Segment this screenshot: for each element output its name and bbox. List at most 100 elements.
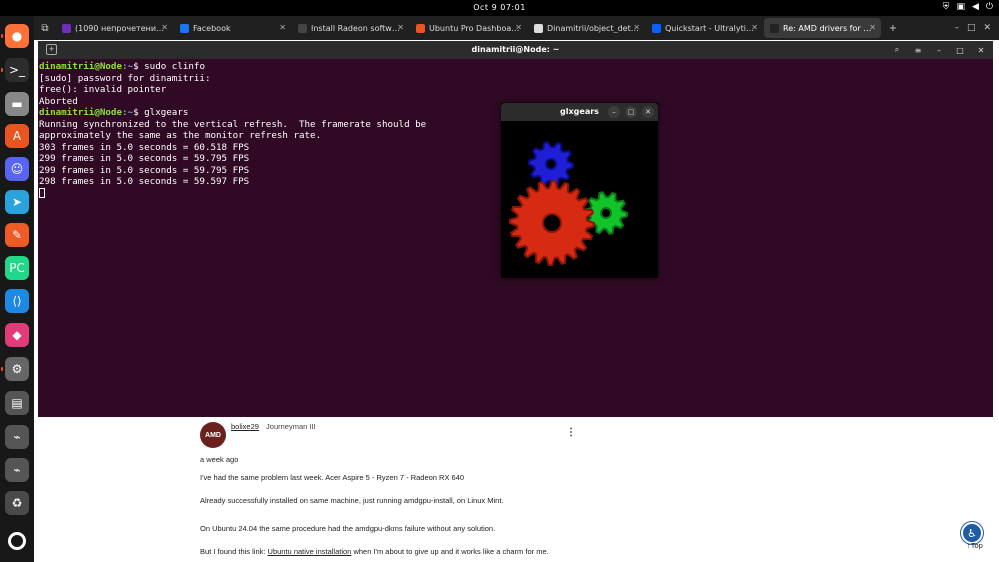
browser-tab[interactable]: Re: AMD drivers for Ubun ✕ [764, 18, 881, 38]
tab-close-icon[interactable]: ✕ [397, 23, 404, 32]
post-paragraph: But I found this link: Ubuntu native ins… [200, 547, 549, 556]
minimize-icon[interactable]: – [933, 44, 945, 56]
postman-icon[interactable]: ✎ [5, 223, 29, 247]
prompt-user: dinamitrii@Node [39, 61, 122, 72]
terminal-prompt-line: dinamitrii@Node:~$ sudo clinfo [39, 61, 989, 73]
new-tab-button[interactable]: + [882, 17, 904, 39]
system-top-bar: Oct 9 07:01 ⛨ ▣ ◀ ⏻ [0, 0, 999, 16]
files-icon[interactable]: ▬ [5, 92, 29, 116]
vscode-icon[interactable]: ⟨⟩ [5, 289, 29, 313]
telegram-icon[interactable]: ➤ [5, 190, 29, 214]
gears-render [508, 141, 629, 267]
more-options-icon[interactable]: ⋮ [566, 427, 576, 438]
favicon-icon [770, 23, 779, 33]
prompt-command: $ glxgears [133, 107, 189, 118]
terminal-cursor [39, 187, 45, 198]
back-to-top-link[interactable]: ↑Top [967, 541, 983, 550]
back-to-top-label: Top [970, 541, 983, 550]
close-icon[interactable]: ✕ [975, 44, 987, 56]
close-icon[interactable]: ✕ [642, 106, 654, 118]
browser-tab[interactable]: Ubuntu Pro Dashboard | U✕ [410, 18, 527, 38]
favicon-icon [534, 23, 543, 33]
red-gear [508, 179, 596, 267]
favicon-icon [62, 23, 71, 33]
maximize-icon[interactable]: □ [954, 44, 966, 56]
menu-icon[interactable]: ≡ [912, 44, 924, 56]
tab-label: Dinamitrii/object_detecti [547, 23, 639, 33]
prompt-path: :~ [121, 61, 134, 72]
usb-drive-2-icon[interactable]: ⌁ [5, 458, 29, 482]
usb-drive-icon[interactable]: ⌁ [5, 425, 29, 449]
window-controls: – □ ✕ [954, 23, 999, 33]
settings-icon[interactable]: ⚙ [1, 357, 29, 381]
removable-drive-icon[interactable]: ▤ [5, 391, 29, 415]
post-paragraph: I've had the same problem last week. Ace… [200, 473, 465, 482]
browser-tab[interactable]: Facebook ✕ [174, 18, 291, 38]
tab-label: Install Radeon software for L [311, 23, 403, 33]
favicon-icon [298, 23, 307, 33]
tab-close-icon[interactable]: ✕ [633, 23, 640, 32]
tab-close-icon[interactable]: ✕ [869, 23, 876, 32]
tab-label: Ubuntu Pro Dashboard | U [429, 23, 521, 33]
power-icon[interactable]: ⏻ [986, 2, 993, 12]
browser-tab[interactable]: (1090 непрочетени) - AB✕ [56, 18, 173, 38]
post-paragraph: Already successfully installed on same m… [200, 496, 504, 505]
maximize-icon[interactable]: □ [967, 23, 976, 33]
author-line: bolixe29 Journeyman III [231, 422, 316, 431]
close-icon[interactable]: ✕ [983, 23, 991, 33]
firefox-icon[interactable]: ● [1, 24, 29, 48]
maximize-icon[interactable]: □ [625, 106, 637, 118]
prompt-path: :~ [121, 107, 134, 118]
volume-icon[interactable]: ◀ [972, 2, 979, 12]
tab-bar: ⧉ (1090 непрочетени) - AB✕Facebook✕Insta… [34, 16, 999, 40]
search-icon[interactable]: ⌕ [891, 44, 903, 56]
blue-gear [527, 141, 575, 187]
tab-label: (1090 непрочетени) - AB [75, 23, 167, 33]
app-center-icon[interactable]: A [5, 124, 29, 148]
tab-close-icon[interactable]: ✕ [161, 23, 168, 32]
prompt-user: dinamitrii@Node [39, 107, 122, 118]
post-time: a week ago [200, 455, 239, 464]
shield-icon[interactable]: ⛨ [943, 2, 950, 12]
clock[interactable]: Oct 9 07:01 [0, 3, 999, 12]
jetbrains-toolbox-icon[interactable]: ◆ [5, 323, 29, 347]
show-apps-icon[interactable] [8, 532, 26, 550]
tab-label: Quickstart - Ultralytics YO [665, 23, 757, 33]
minimize-icon[interactable]: – [608, 106, 620, 118]
terminal-header-bar[interactable]: + dinamitrii@Node: ~ ⌕ ≡ – □ ✕ [38, 41, 993, 59]
minimize-icon[interactable]: – [954, 23, 959, 33]
tab-label: Facebook [193, 23, 231, 33]
browser-tab[interactable]: Quickstart - Ultralytics YO✕ [646, 18, 763, 38]
author-link[interactable]: bolixe29 [231, 422, 259, 431]
glxgears-header-bar[interactable]: glxgears – □ ✕ [501, 103, 658, 121]
tab-overview-icon[interactable]: ⧉ [34, 17, 56, 39]
glxgears-window[interactable]: glxgears – □ ✕ [501, 103, 658, 278]
prompt-command: $ sudo clinfo [133, 61, 205, 72]
discord-icon[interactable]: ☺ [5, 157, 29, 181]
tab-close-icon[interactable]: ✕ [279, 23, 286, 32]
tab-label: Re: AMD drivers for Ubun [783, 23, 875, 33]
terminal-title: dinamitrii@Node: ~ [471, 45, 560, 54]
terminal-output-line: free(): invalid pointer [39, 84, 167, 95]
post-paragraph: On Ubuntu 24.04 the same procedure had t… [200, 524, 496, 533]
avatar[interactable]: AMD [200, 422, 226, 448]
tab-close-icon[interactable]: ✕ [515, 23, 522, 32]
favicon-icon [180, 23, 189, 33]
terminal-icon[interactable]: >_ [1, 58, 29, 82]
browser-tab[interactable]: Dinamitrii/object_detecti ✕ [528, 18, 645, 38]
forum-page: AMD bolixe29 Journeyman III ⋮ a week ago… [38, 417, 993, 562]
ubuntu-native-installation-link[interactable]: Ubuntu native installation [268, 547, 352, 556]
link-intro-text: But I found this link: [200, 547, 268, 556]
system-tray[interactable]: ⛨ ▣ ◀ ⏻ [943, 2, 993, 12]
author-rank: Journeyman III [266, 422, 316, 431]
tab-close-icon[interactable]: ✕ [751, 23, 758, 32]
network-icon[interactable]: ▣ [956, 2, 965, 12]
favicon-icon [652, 23, 661, 33]
terminal-output-line: [sudo] password for dinamitrii: [39, 72, 211, 84]
link-outro-text: when I'm about to give up and it works l… [351, 547, 549, 556]
browser-tab[interactable]: Install Radeon software for L✕ [292, 18, 409, 38]
dock: ● >_ ▬ A ☺ ➤ ✎ PC ⟨⟩ ◆ ⚙ ▤ ⌁ ⌁ ♻ [0, 16, 34, 562]
favicon-icon [416, 23, 425, 33]
pycharm-icon[interactable]: PC [5, 256, 29, 280]
trash-icon[interactable]: ♻ [5, 491, 29, 515]
